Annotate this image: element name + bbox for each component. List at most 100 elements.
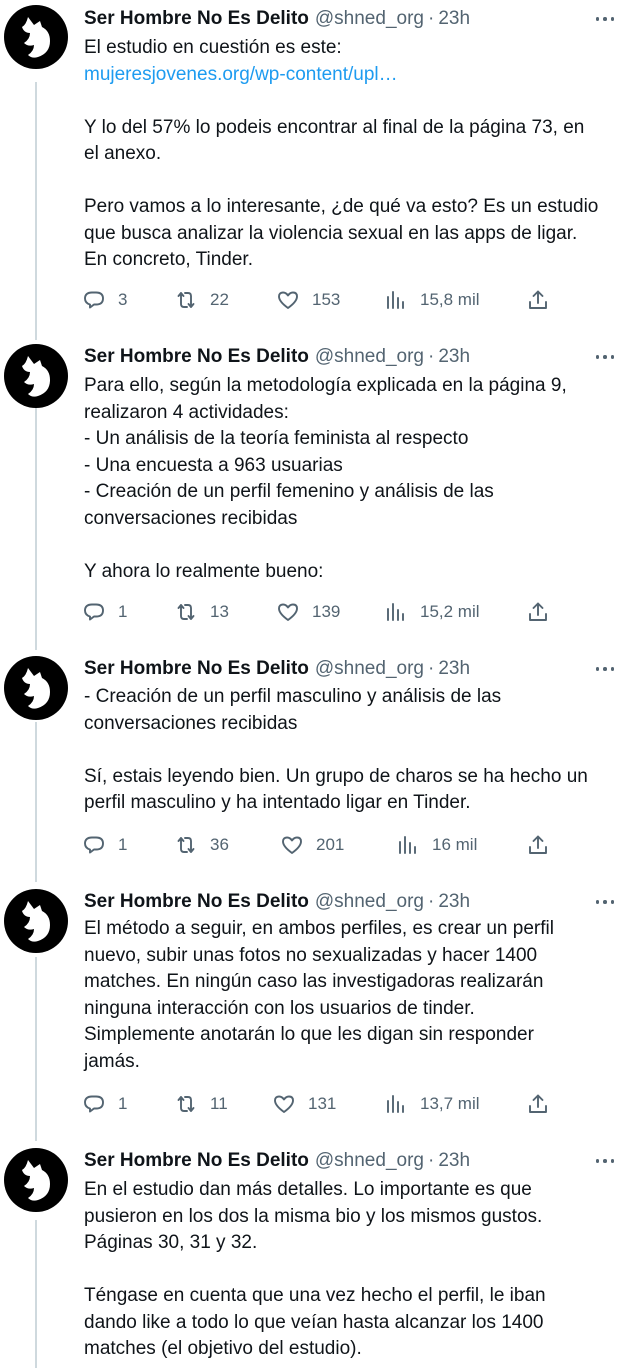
thread-connector-line bbox=[35, 82, 37, 340]
logo-icon bbox=[22, 668, 50, 709]
text-line: que busca analizar la violencia sexual e… bbox=[84, 222, 578, 244]
reply-button[interactable]: 1 bbox=[82, 1089, 127, 1119]
timestamp[interactable]: 23h bbox=[438, 8, 470, 30]
text-line: - Creación de un perfil femenino y análi… bbox=[84, 481, 494, 502]
retweet-button[interactable]: 11 bbox=[174, 1089, 228, 1119]
tweet-header: Ser Hombre No Es Delito @shned_org · 23h bbox=[84, 345, 470, 369]
author-handle[interactable]: @shned_org bbox=[315, 346, 424, 368]
author-name[interactable]: Ser Hombre No Es Delito bbox=[84, 1150, 309, 1172]
reply-count: 3 bbox=[118, 290, 128, 309]
reply-button[interactable]: 1 bbox=[82, 830, 127, 860]
text-line: dando like a todo lo que veían hasta alc… bbox=[84, 1311, 544, 1333]
views-button[interactable]: 15,2 mil bbox=[384, 597, 480, 627]
reply-button[interactable]: 1 bbox=[82, 597, 127, 627]
author-name[interactable]: Ser Hombre No Es Delito bbox=[84, 658, 309, 680]
tweet-actions: 1 11 131 13,7 mil bbox=[82, 1089, 562, 1119]
text-line: Téngase en cuenta que una vez hecho el p… bbox=[84, 1285, 546, 1306]
separator: · bbox=[427, 346, 435, 367]
thread-connector-line bbox=[35, 957, 37, 1141]
author-handle[interactable]: @shned_org bbox=[315, 891, 424, 913]
timestamp[interactable]: 23h bbox=[438, 658, 470, 680]
more-options-icon[interactable] bbox=[593, 1149, 617, 1173]
analytics-icon bbox=[387, 1095, 404, 1113]
author-handle[interactable]: @shned_org bbox=[315, 1150, 424, 1172]
author-handle[interactable]: @shned_org bbox=[315, 658, 424, 680]
author-name[interactable]: Ser Hombre No Es Delito bbox=[84, 346, 309, 368]
like-button[interactable]: 139 bbox=[276, 597, 340, 627]
text-line: Pero vamos a lo interesante, ¿de qué va … bbox=[84, 196, 599, 217]
avatar[interactable] bbox=[4, 5, 68, 69]
analytics-icon bbox=[387, 603, 404, 621]
text-line: El estudio en cuestión es este: bbox=[84, 37, 342, 58]
separator: · bbox=[427, 8, 435, 29]
text-line: Sí, estais leyendo bien. Un grupo de cha… bbox=[84, 765, 588, 787]
timestamp[interactable]: 23h bbox=[438, 346, 470, 368]
text-line: matches (el objetivo del estudio). bbox=[84, 1338, 362, 1359]
like-count: 131 bbox=[308, 1094, 337, 1113]
view-count: 15,2 mil bbox=[420, 602, 480, 621]
retweet-button[interactable]: 22 bbox=[174, 285, 229, 315]
text-line: conversaciones recibidas bbox=[84, 507, 298, 529]
text-line: El método a seguir, en ambos perfiles, e… bbox=[84, 918, 554, 939]
reply-icon bbox=[84, 603, 104, 621]
retweet-count: 13 bbox=[210, 602, 229, 621]
views-button[interactable]: 13,7 mil bbox=[384, 1089, 480, 1119]
retweet-button[interactable]: 13 bbox=[174, 597, 229, 627]
share-button[interactable] bbox=[526, 1089, 550, 1119]
like-button[interactable]: 131 bbox=[272, 1089, 336, 1119]
share-button[interactable] bbox=[526, 597, 550, 627]
more-options-icon[interactable] bbox=[593, 890, 617, 914]
reply-count: 1 bbox=[118, 1094, 128, 1113]
text-line: - Creación de un perfil masculino y anál… bbox=[84, 686, 502, 707]
author-name[interactable]: Ser Hombre No Es Delito bbox=[84, 8, 309, 30]
reply-count: 1 bbox=[118, 602, 128, 621]
text-line: pusieron en los dos la misma bio y los m… bbox=[84, 1205, 543, 1227]
timestamp[interactable]: 23h bbox=[438, 891, 470, 913]
like-button[interactable]: 153 bbox=[276, 285, 340, 315]
logo-icon bbox=[22, 1160, 50, 1201]
retweet-icon bbox=[177, 292, 195, 308]
text-line: el anexo. bbox=[84, 143, 162, 164]
avatar[interactable] bbox=[4, 656, 68, 720]
thread-connector-line bbox=[35, 722, 37, 882]
analytics-icon bbox=[387, 291, 404, 309]
heart-icon bbox=[274, 1095, 294, 1113]
avatar[interactable] bbox=[4, 344, 68, 408]
more-options-icon[interactable] bbox=[593, 657, 617, 681]
share-button[interactable] bbox=[526, 830, 550, 860]
heart-icon bbox=[282, 836, 302, 854]
reply-count: 1 bbox=[118, 835, 128, 854]
avatar[interactable] bbox=[4, 889, 68, 953]
text-line: realizaron 4 actividades: bbox=[84, 401, 289, 423]
tweet-header: Ser Hombre No Es Delito @shned_org · 23h bbox=[84, 1149, 470, 1173]
views-button[interactable]: 15,8 mil bbox=[384, 285, 480, 315]
thread-connector-line bbox=[35, 392, 37, 650]
text-line: En el estudio dan más detalles. Lo impor… bbox=[84, 1179, 532, 1200]
like-count: 201 bbox=[316, 835, 345, 854]
link[interactable]: mujeresjovenes.org/wp-content/upl… bbox=[84, 62, 623, 89]
timestamp[interactable]: 23h bbox=[438, 1150, 470, 1172]
author-name[interactable]: Ser Hombre No Es Delito bbox=[84, 891, 309, 913]
retweet-button[interactable]: 36 bbox=[174, 830, 229, 860]
text-line: matches. En ningún caso las investigador… bbox=[84, 971, 544, 992]
tweet-actions: 3 22 153 15,8 mil bbox=[82, 285, 562, 315]
retweet-icon bbox=[177, 604, 195, 620]
reply-button[interactable]: 3 bbox=[82, 285, 127, 315]
like-button[interactable]: 201 bbox=[280, 830, 344, 860]
more-options-icon[interactable] bbox=[593, 7, 617, 31]
avatar[interactable] bbox=[4, 1148, 68, 1212]
more-options-icon[interactable] bbox=[593, 345, 617, 369]
separator: · bbox=[427, 1150, 435, 1171]
text-line: nuevo, subir unas fotos no sexualizadas … bbox=[84, 944, 538, 966]
views-button[interactable]: 16 mil bbox=[396, 830, 477, 860]
author-handle[interactable]: @shned_org bbox=[315, 8, 424, 30]
text-line: Y ahora lo realmente bueno: bbox=[84, 560, 324, 582]
reply-icon bbox=[84, 1095, 104, 1113]
text-line: - Una encuesta a 963 usuarias bbox=[84, 454, 343, 476]
share-button[interactable] bbox=[526, 285, 550, 315]
text-line: ninguna interacción con los usuarios de … bbox=[84, 997, 475, 1019]
retweet-icon bbox=[177, 837, 195, 853]
